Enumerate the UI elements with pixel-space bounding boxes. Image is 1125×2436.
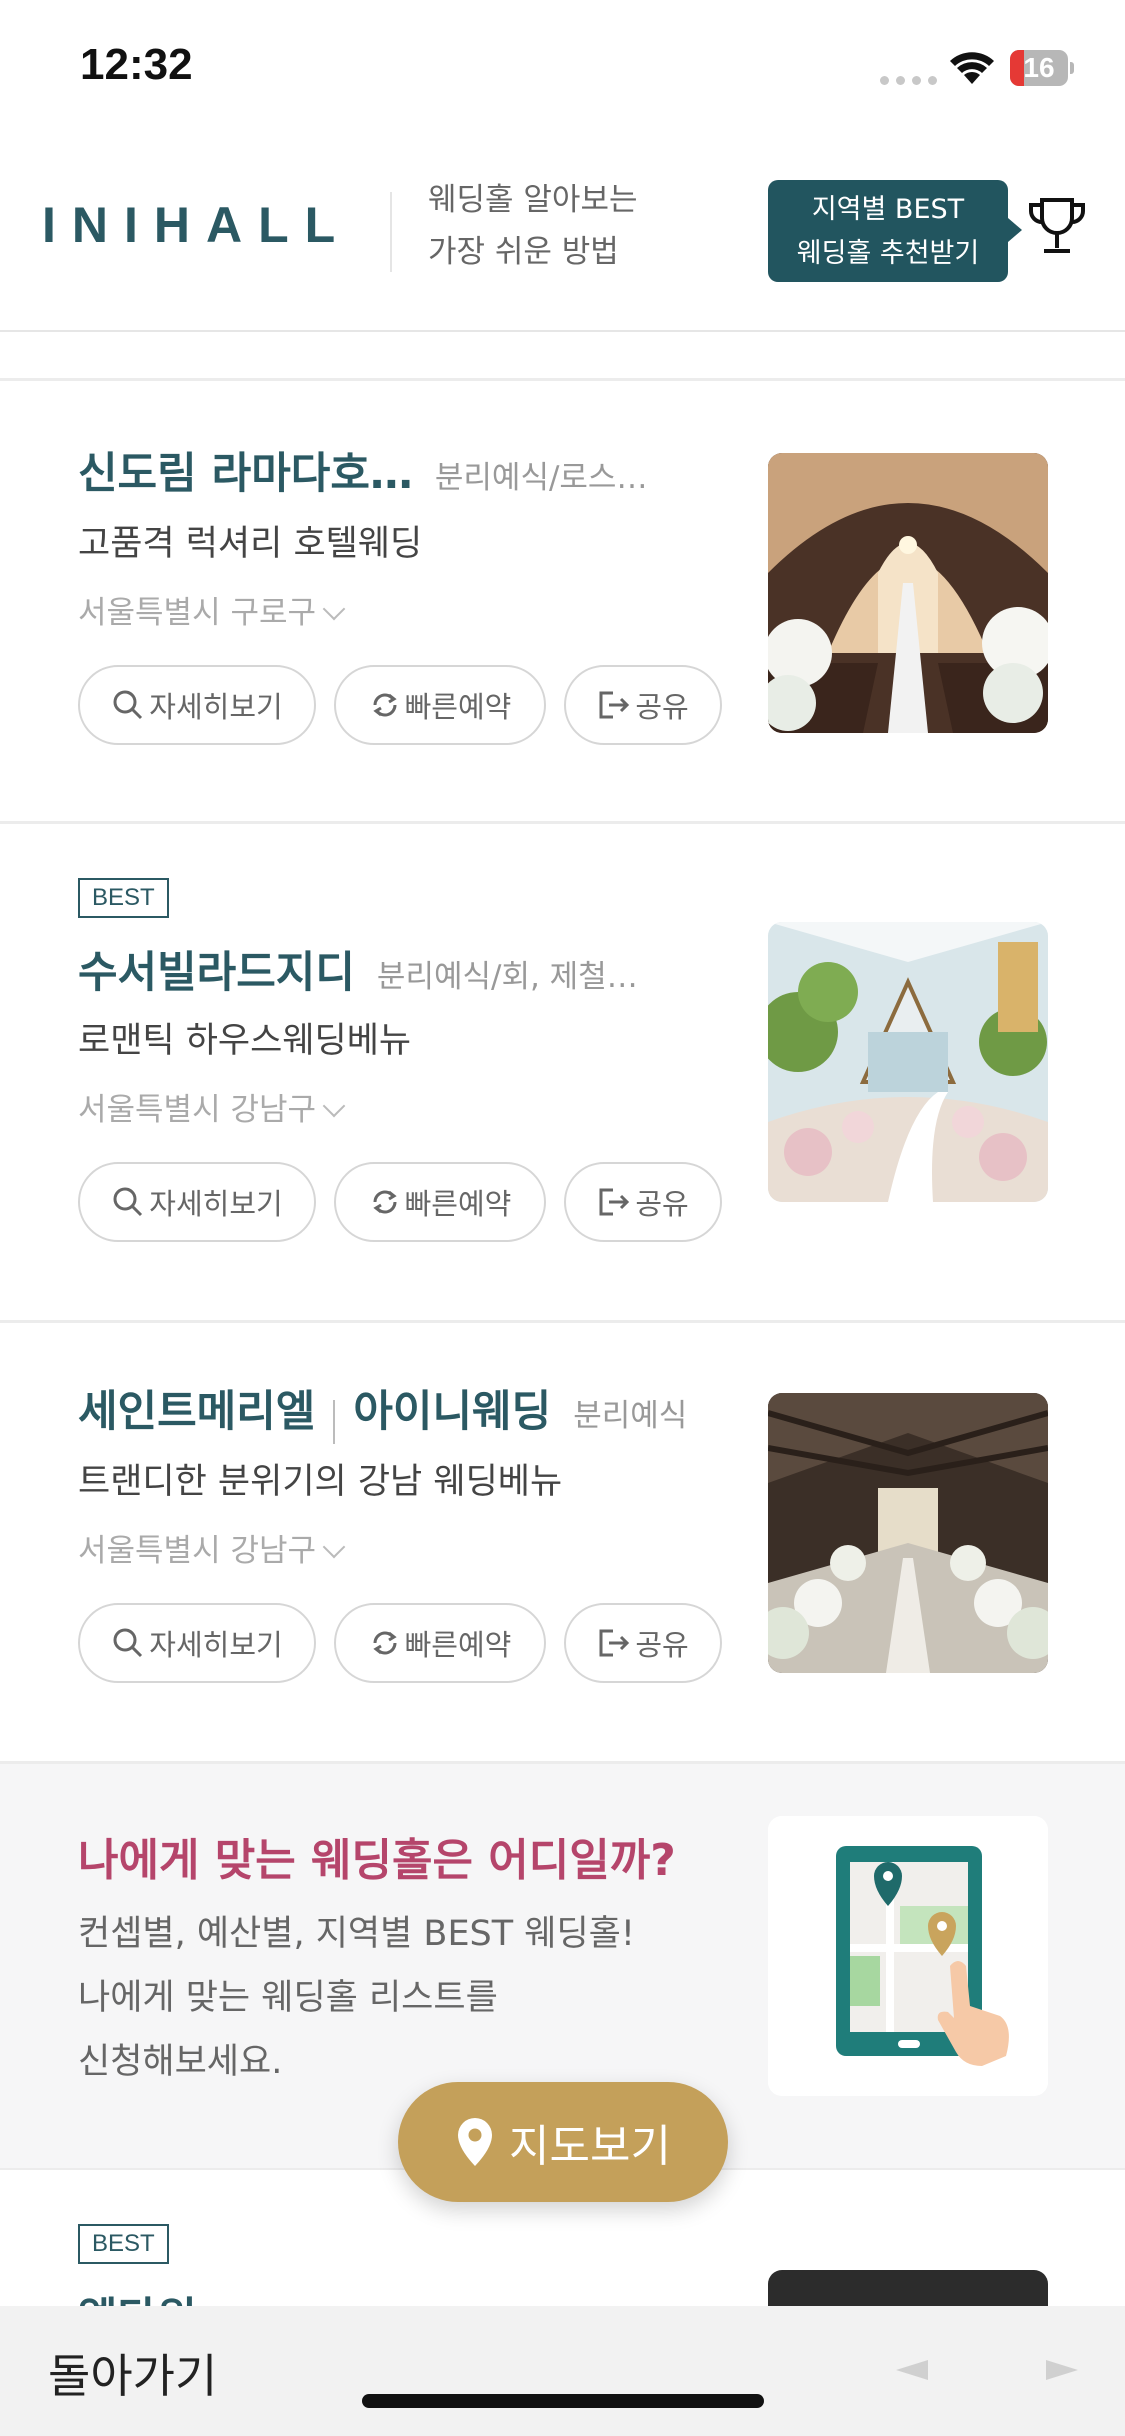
hall-thumbnail[interactable]	[768, 2270, 1048, 2306]
hall-category: 분리예식/로스…	[434, 460, 648, 496]
share-icon	[599, 691, 630, 719]
hall-title-row: 세인트메리엘 아이니웨딩 분리예식	[78, 1377, 687, 1444]
hall-thumbnail[interactable]	[768, 922, 1048, 1202]
hall-name[interactable]: 세인트메리엘	[78, 1387, 315, 1437]
hall-title-row: 수서빌라드지디 분리예식/회, 제철…	[78, 938, 638, 1000]
hall-action-buttons: 자세히보기 빠른예약 공유	[78, 1162, 722, 1242]
quick-reserve-button[interactable]: 빠른예약	[334, 1603, 546, 1683]
list-top-gap	[0, 332, 1125, 380]
share-button[interactable]: 공유	[564, 1603, 722, 1683]
hall-card[interactable]: BEST 수서빌라드지디 분리예식/회, 제철… 로맨틱 하우스웨딩베뉴 서울특별…	[0, 824, 1125, 1323]
hall-card[interactable]: 세인트메리엘 아이니웨딩 분리예식 트랜디한 분위기의 강남 웨딩베뉴 서울특별시 …	[0, 1323, 1125, 1764]
battery-icon: 16	[1010, 50, 1074, 86]
search-icon	[113, 690, 143, 720]
chevron-down-icon	[322, 1535, 346, 1559]
share-icon	[599, 1629, 630, 1657]
quick-reserve-button[interactable]: 빠른예약	[334, 665, 546, 745]
detail-button[interactable]: 자세히보기	[78, 1162, 316, 1242]
region-best-recommend-button[interactable]: 지역별 BEST 웨딩홀 추천받기	[768, 180, 1022, 282]
promo-description: 컨셉별, 예산별, 지역별 BEST 웨딩홀! 나에게 맞는 웨딩홀 리스트를 …	[78, 1914, 635, 2082]
hall-subtitle: 로맨틱 하우스웨딩베뉴	[78, 1021, 412, 1061]
hall-action-buttons: 자세히보기 빠른예약 공유	[78, 1603, 722, 1683]
back-button[interactable]: 돌아가기	[48, 2340, 217, 2406]
hall-action-buttons: 자세히보기 빠른예약 공유	[78, 665, 722, 745]
arrow-left-icon[interactable]	[896, 2360, 928, 2380]
header-divider-line	[390, 192, 392, 272]
hall-subtitle: 트랜디한 분위기의 강남 웨딩베뉴	[78, 1462, 563, 1502]
hall-name[interactable]: 수서빌라드지디	[78, 948, 355, 998]
signal-icon	[880, 76, 937, 85]
best-badge: BEST	[78, 2224, 169, 2264]
hall-region[interactable]: 서울특별시 강남구	[78, 1084, 346, 1129]
name-separator	[333, 1399, 336, 1444]
hall-subtitle: 고품격 럭셔리 호텔웨딩	[78, 524, 423, 564]
detail-button[interactable]: 자세히보기	[78, 1603, 316, 1683]
share-button[interactable]: 공유	[564, 665, 722, 745]
hall-name[interactable]: 신도림 라마다호…	[78, 449, 413, 499]
wifi-icon	[950, 52, 994, 84]
search-icon	[113, 1187, 143, 1217]
header-tagline: 웨딩홀 알아보는 가장 쉬운 방법	[428, 182, 638, 270]
best-badge: BEST	[78, 878, 169, 918]
hall-thumbnail[interactable]	[768, 453, 1048, 733]
hall-name[interactable]: 엘타워	[78, 2284, 197, 2306]
app-header: INIHALL 웨딩홀 알아보는 가장 쉬운 방법 지역별 BEST 웨딩홀 추…	[0, 140, 1125, 330]
refresh-icon	[373, 693, 397, 717]
map-tablet-illustration	[768, 1816, 1048, 2096]
chevron-down-icon	[322, 1094, 346, 1118]
trophy-icon[interactable]	[1024, 194, 1090, 260]
promo-title: 나에게 맞는 웨딩홀은 어디일까?	[78, 1835, 676, 1886]
location-pin-icon	[458, 2118, 493, 2166]
home-indicator[interactable]	[362, 2394, 764, 2408]
quick-reserve-button[interactable]: 빠른예약	[334, 1162, 546, 1242]
share-button[interactable]: 공유	[564, 1162, 722, 1242]
refresh-icon	[373, 1631, 397, 1655]
hall-category: 분리예식	[573, 1398, 688, 1434]
share-icon	[599, 1188, 630, 1216]
hall-brand-name[interactable]: 아이니웨딩	[353, 1387, 551, 1437]
search-icon	[113, 1628, 143, 1658]
status-time: 12:32	[80, 40, 193, 89]
hall-thumbnail[interactable]	[768, 1393, 1048, 1673]
hall-region[interactable]: 서울특별시 강남구	[78, 1525, 346, 1570]
hall-region[interactable]: 서울특별시 구로구	[78, 587, 346, 632]
inihall-logo[interactable]: INIHALL	[42, 196, 351, 254]
status-bar: 12:32 16	[0, 0, 1125, 140]
refresh-icon	[373, 1190, 397, 1214]
hall-title-row: 신도림 라마다호… 분리예식/로스…	[78, 439, 647, 501]
bottom-navigation-bar: 돌아가기	[0, 2306, 1125, 2436]
arrow-right-icon[interactable]	[1046, 2360, 1078, 2380]
hall-category: 분리예식/회, 제철…	[376, 959, 638, 995]
chevron-down-icon	[322, 597, 346, 621]
map-view-button[interactable]: 지도보기	[398, 2082, 728, 2202]
detail-button[interactable]: 자세히보기	[78, 665, 316, 745]
hall-card[interactable]: 신도림 라마다호… 분리예식/로스… 고품격 럭셔리 호텔웨딩 서울특별시 구로구…	[0, 381, 1125, 824]
